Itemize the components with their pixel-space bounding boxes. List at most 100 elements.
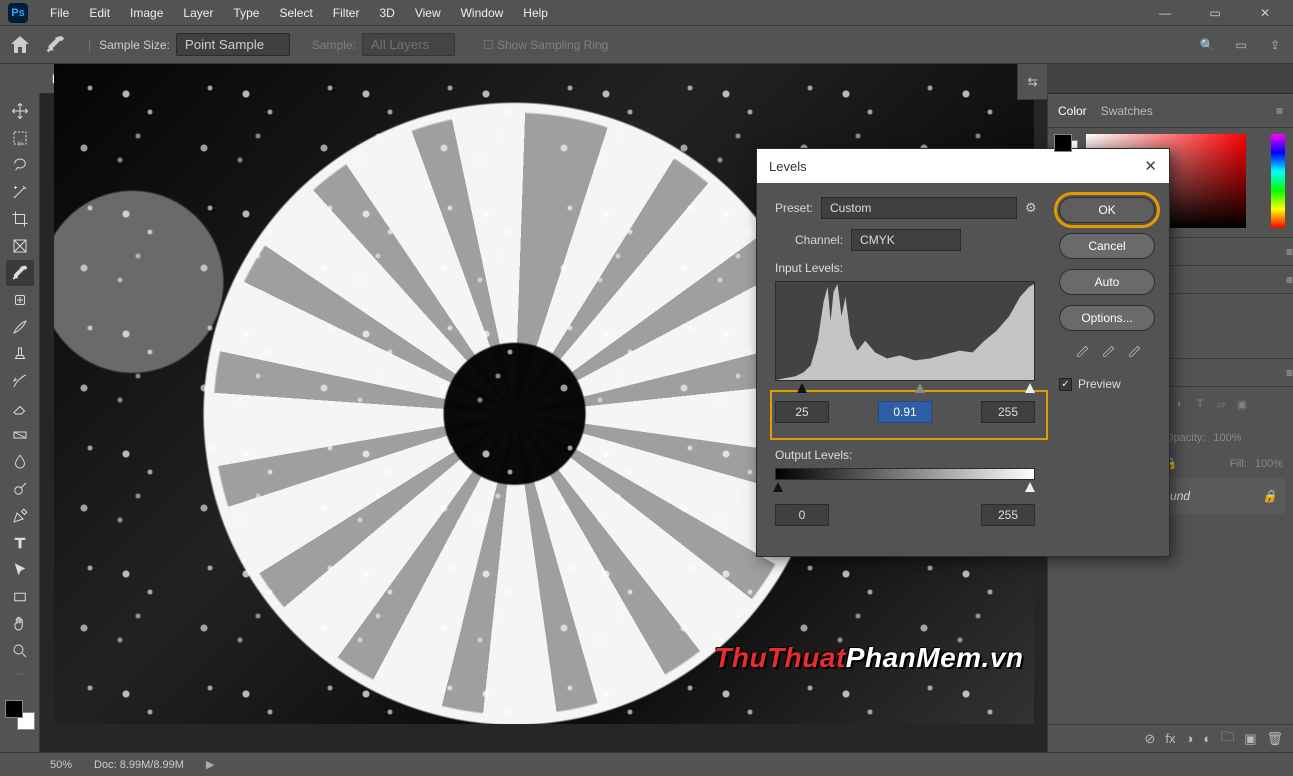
close-dialog-icon[interactable]: ✕ bbox=[1144, 157, 1157, 175]
brush-tool[interactable] bbox=[6, 314, 34, 340]
minimize-button[interactable]: — bbox=[1145, 2, 1185, 24]
options-button[interactable]: Options... bbox=[1059, 305, 1155, 331]
input-black-field[interactable] bbox=[775, 401, 829, 423]
opacity-label: Opacity: bbox=[1165, 432, 1205, 444]
fx-icon[interactable]: fx bbox=[1165, 731, 1175, 746]
eyedropper-tool[interactable] bbox=[6, 260, 34, 286]
ok-button[interactable]: OK bbox=[1059, 197, 1155, 223]
output-black-field[interactable] bbox=[775, 504, 829, 526]
menu-filter[interactable]: Filter bbox=[323, 6, 370, 20]
filter-type-icon[interactable]: T bbox=[1197, 398, 1211, 412]
hand-tool[interactable] bbox=[6, 611, 34, 637]
menu-3d[interactable]: 3D bbox=[369, 6, 404, 20]
output-gradient[interactable] bbox=[775, 468, 1035, 480]
menu-type[interactable]: Type bbox=[223, 6, 269, 20]
eyedropper-icon bbox=[44, 34, 66, 56]
menu-layer[interactable]: Layer bbox=[173, 6, 223, 20]
magic-wand-tool[interactable] bbox=[6, 179, 34, 205]
collapse-panels-icon[interactable]: ⇆ bbox=[1017, 64, 1047, 100]
filter-smart-icon[interactable]: ▣ bbox=[1237, 398, 1251, 412]
toolbox-more-icon[interactable]: ⋯ bbox=[15, 669, 25, 680]
out-black-slider[interactable] bbox=[773, 482, 783, 492]
workspace-icon[interactable]: ▭ bbox=[1231, 38, 1251, 52]
fill-value[interactable]: 100% bbox=[1255, 458, 1283, 470]
output-levels-label: Output Levels: bbox=[775, 448, 1043, 462]
histogram[interactable] bbox=[775, 281, 1035, 381]
status-menu-icon[interactable]: ▶ bbox=[206, 758, 214, 771]
output-slider[interactable] bbox=[775, 484, 1035, 494]
white-eyedropper-icon[interactable] bbox=[1125, 345, 1141, 361]
healing-tool[interactable] bbox=[6, 287, 34, 313]
crop-tool[interactable] bbox=[6, 206, 34, 232]
input-levels-label: Input Levels: bbox=[775, 261, 1043, 275]
zoom-level[interactable]: 50% bbox=[50, 759, 72, 771]
close-button[interactable]: ✕ bbox=[1245, 2, 1285, 24]
menu-window[interactable]: Window bbox=[451, 6, 514, 20]
dodge-tool[interactable] bbox=[6, 476, 34, 502]
zoom-tool[interactable] bbox=[6, 638, 34, 664]
link-layers-icon[interactable]: ⊘ bbox=[1144, 731, 1155, 747]
output-white-field[interactable] bbox=[981, 504, 1035, 526]
auto-button[interactable]: Auto bbox=[1059, 269, 1155, 295]
panel-menu-icon[interactable]: ≡ bbox=[1286, 245, 1293, 259]
fill-label: Fill: bbox=[1230, 458, 1247, 470]
path-select-tool[interactable] bbox=[6, 557, 34, 583]
type-tool[interactable] bbox=[6, 530, 34, 556]
foreground-background-swatch[interactable] bbox=[5, 700, 35, 730]
dialog-title: Levels bbox=[769, 159, 807, 174]
preview-checkbox[interactable]: ✓Preview bbox=[1059, 377, 1155, 391]
menu-view[interactable]: View bbox=[405, 6, 451, 20]
panel-menu-icon[interactable]: ≡ bbox=[1276, 104, 1283, 118]
menu-file[interactable]: File bbox=[40, 6, 79, 20]
doc-size[interactable]: Doc: 8.99M/8.99M bbox=[94, 759, 184, 771]
frame-tool[interactable] bbox=[6, 233, 34, 259]
preset-menu-icon[interactable]: ⚙ bbox=[1025, 200, 1037, 216]
history-brush-tool[interactable] bbox=[6, 368, 34, 394]
move-tool[interactable] bbox=[6, 98, 34, 124]
blur-tool[interactable] bbox=[6, 449, 34, 475]
panel-menu-icon[interactable]: ≡ bbox=[1286, 273, 1293, 287]
input-white-field[interactable] bbox=[981, 401, 1035, 423]
adjustment-layer-icon[interactable]: ◐ bbox=[1203, 731, 1211, 746]
show-sampling-ring-checkbox[interactable]: Show Sampling Ring bbox=[497, 38, 608, 52]
maximize-button[interactable]: ▭ bbox=[1195, 2, 1235, 24]
swatches-panel-tab[interactable]: Swatches bbox=[1101, 104, 1153, 118]
gradient-tool[interactable] bbox=[6, 422, 34, 448]
menu-image[interactable]: Image bbox=[120, 6, 173, 20]
sample-label: Sample: bbox=[312, 38, 356, 52]
dialog-titlebar[interactable]: Levels ✕ bbox=[757, 149, 1169, 183]
gamma-slider[interactable] bbox=[915, 383, 925, 393]
input-slider[interactable] bbox=[775, 385, 1035, 395]
menu-edit[interactable]: Edit bbox=[79, 6, 120, 20]
preset-dropdown[interactable]: Custom bbox=[821, 197, 1017, 219]
menu-select[interactable]: Select bbox=[269, 6, 322, 20]
toolbox-flyout-icon[interactable]: » bbox=[0, 128, 40, 158]
gray-eyedropper-icon[interactable] bbox=[1099, 345, 1115, 361]
filter-shape-icon[interactable]: ▱ bbox=[1217, 398, 1231, 412]
stamp-tool[interactable] bbox=[6, 341, 34, 367]
filter-adjust-icon[interactable]: ◐ bbox=[1177, 398, 1191, 412]
pen-tool[interactable] bbox=[6, 503, 34, 529]
channel-dropdown[interactable]: CMYK bbox=[851, 229, 961, 251]
share-icon[interactable]: ⇪ bbox=[1265, 38, 1285, 52]
trash-icon[interactable]: 🗑 bbox=[1266, 731, 1283, 747]
eraser-tool[interactable] bbox=[6, 395, 34, 421]
search-icon[interactable]: 🔍 bbox=[1197, 38, 1217, 52]
mask-icon[interactable]: ◑ bbox=[1185, 731, 1193, 746]
levels-dialog: Levels ✕ Preset: Custom ⚙ Channel: CMYK … bbox=[756, 148, 1170, 557]
home-icon[interactable] bbox=[8, 33, 32, 57]
group-icon[interactable]: 🗀 bbox=[1221, 728, 1234, 750]
black-point-slider[interactable] bbox=[797, 383, 807, 393]
black-eyedropper-icon[interactable] bbox=[1073, 345, 1089, 361]
panel-menu-icon[interactable]: ≡ bbox=[1286, 366, 1293, 380]
menu-help[interactable]: Help bbox=[513, 6, 558, 20]
color-panel-tab[interactable]: Color bbox=[1058, 104, 1087, 118]
rectangle-tool[interactable] bbox=[6, 584, 34, 610]
cancel-button[interactable]: Cancel bbox=[1059, 233, 1155, 259]
opacity-value[interactable]: 100% bbox=[1213, 432, 1241, 444]
new-layer-icon[interactable]: ▣ bbox=[1244, 731, 1256, 747]
white-point-slider[interactable] bbox=[1025, 383, 1035, 393]
out-white-slider[interactable] bbox=[1025, 482, 1035, 492]
input-gamma-field[interactable] bbox=[878, 401, 932, 423]
sample-size-dropdown[interactable]: Point Sample bbox=[176, 33, 290, 56]
